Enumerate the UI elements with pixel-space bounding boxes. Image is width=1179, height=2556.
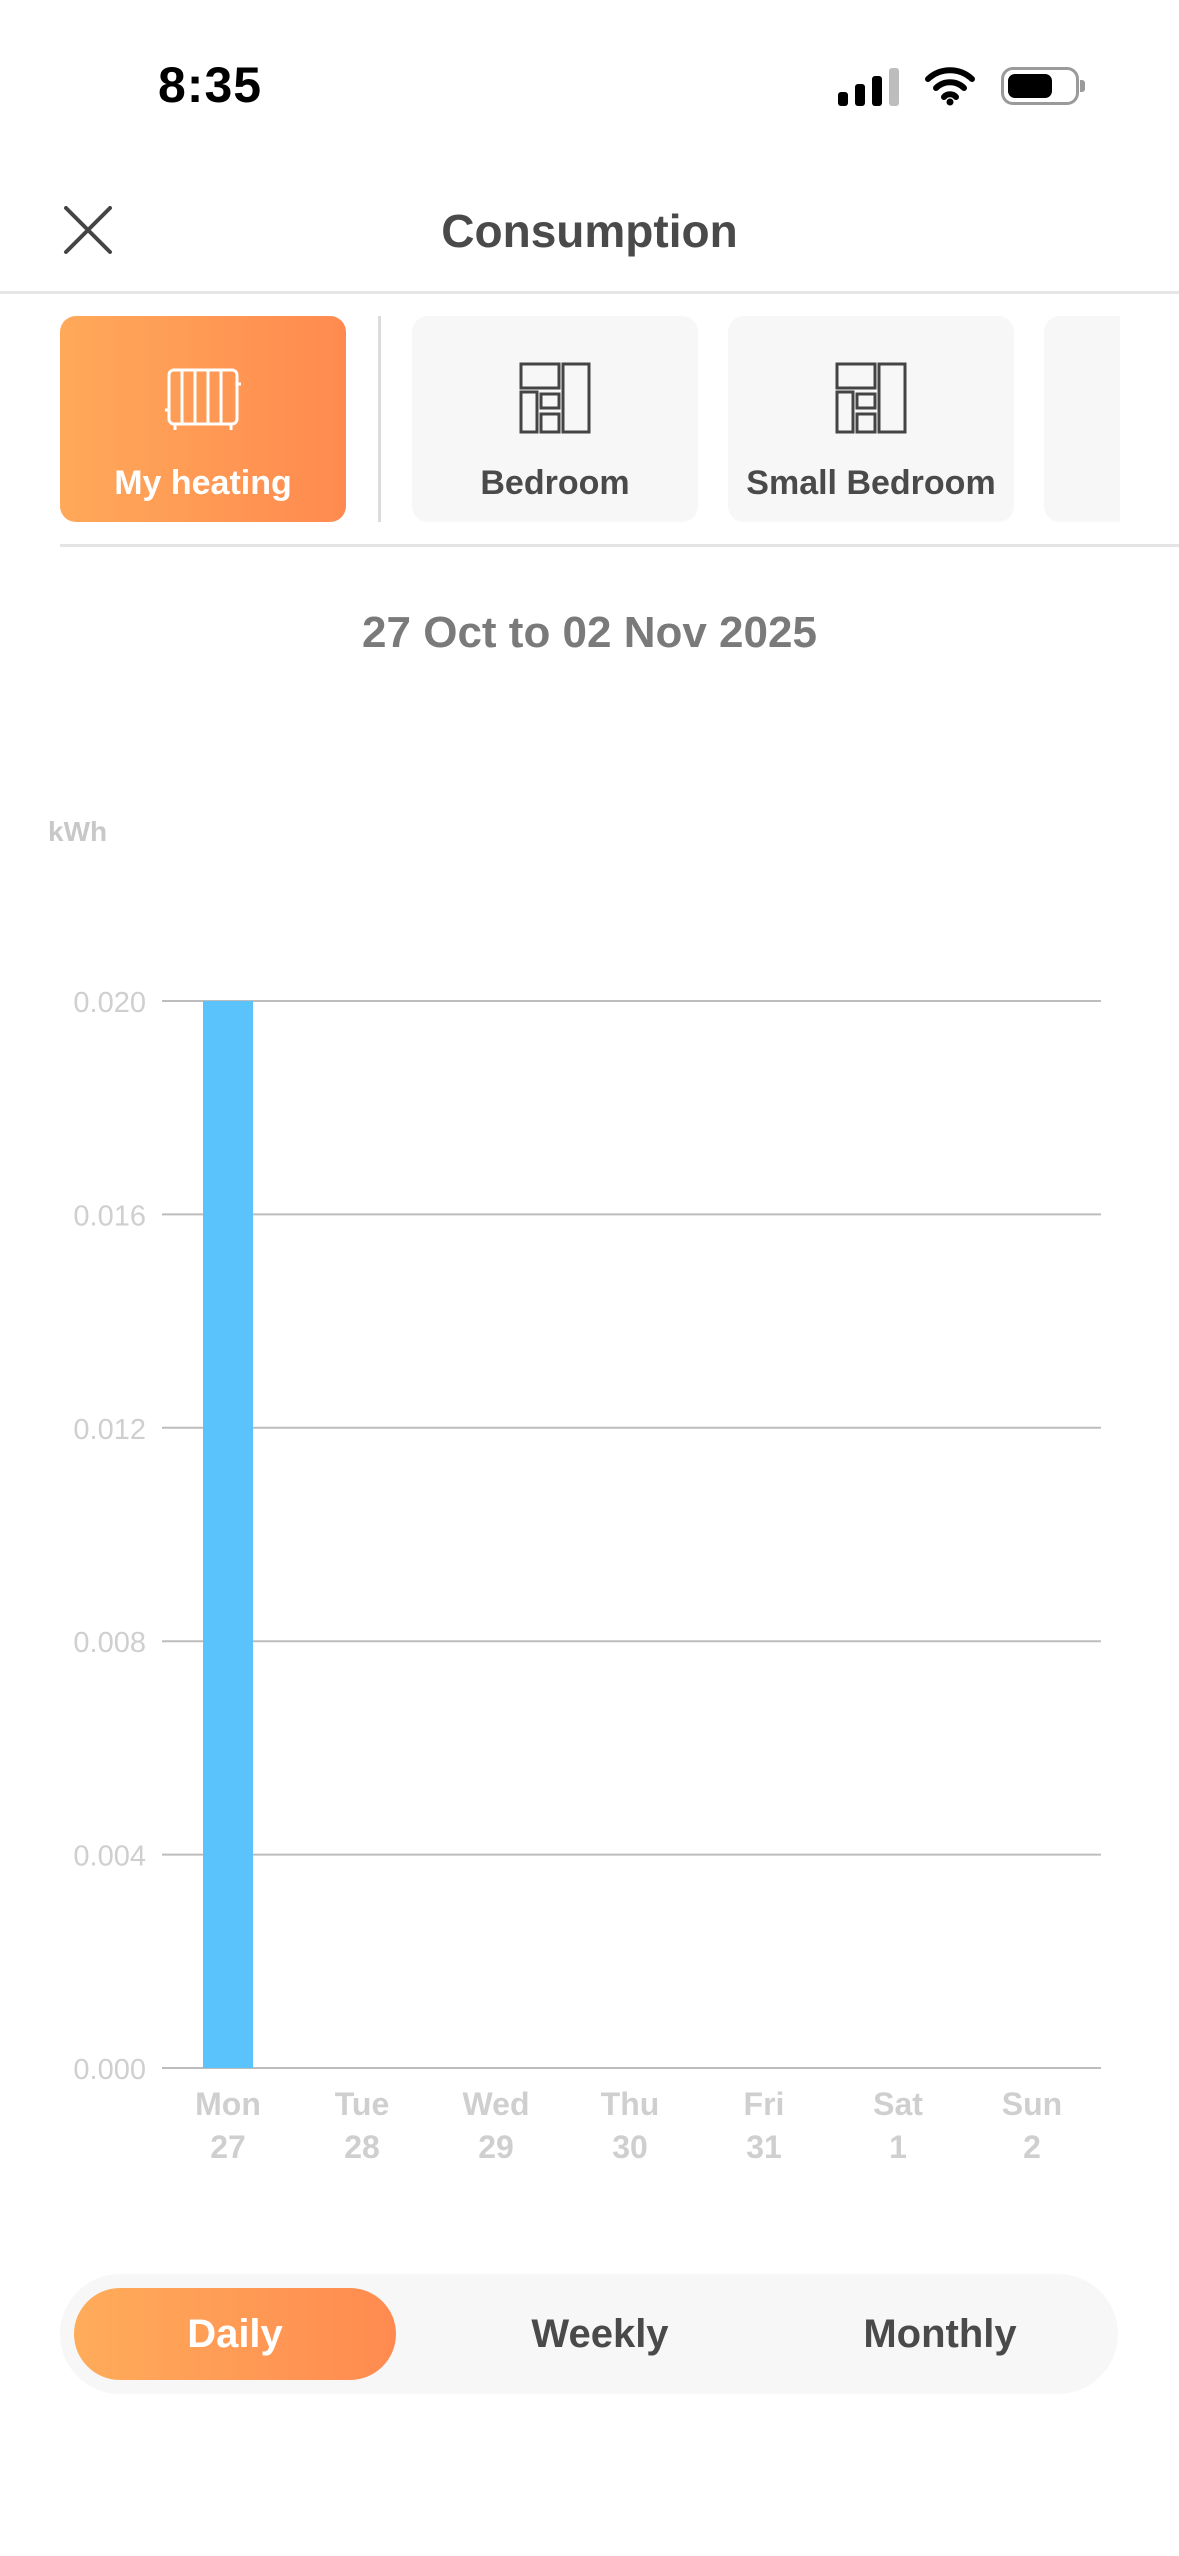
x-tick-date-label: 30 — [612, 2129, 648, 2165]
x-tick-date-label: 27 — [210, 2129, 246, 2165]
device-selector: My heating Bedroom Small Bedroom — [60, 316, 1120, 522]
x-tick-day-label: Sun — [1002, 2086, 1062, 2122]
radiator-icon — [165, 368, 241, 430]
y-tick-label: 0.008 — [73, 1627, 146, 1659]
device-card-more[interactable] — [1044, 316, 1120, 522]
y-tick-label: 0.000 — [73, 2054, 146, 2086]
period-toggle: Daily Weekly Monthly — [60, 2274, 1118, 2394]
cellular-signal-icon — [838, 66, 899, 106]
y-tick-label: 0.004 — [73, 1841, 146, 1873]
x-tick-day-label: Tue — [335, 2086, 390, 2122]
x-tick-day-label: Fri — [744, 2086, 785, 2122]
room-layout-icon — [835, 362, 907, 434]
x-tick-date-label: 28 — [344, 2129, 380, 2165]
status-bar: 8:35 — [0, 0, 1179, 150]
device-card-small-bedroom[interactable]: Small Bedroom — [728, 316, 1014, 522]
wifi-icon — [925, 67, 975, 106]
period-daily-button[interactable]: Daily — [74, 2288, 396, 2380]
y-tick-label: 0.012 — [73, 1414, 146, 1446]
x-tick-date-label: 31 — [746, 2129, 782, 2165]
x-tick-day-label: Sat — [873, 2086, 923, 2122]
period-weekly-button[interactable]: Weekly — [430, 2288, 770, 2380]
device-label: My heating — [114, 464, 292, 502]
device-card-bedroom[interactable]: Bedroom — [412, 316, 698, 522]
battery-icon — [1001, 67, 1085, 105]
y-tick-label: 0.020 — [73, 987, 146, 1019]
x-tick-date-label: 29 — [478, 2129, 514, 2165]
status-time: 8:35 — [158, 57, 263, 113]
device-card-my-heating[interactable]: My heating — [60, 316, 346, 522]
status-icons — [838, 66, 1085, 106]
x-tick-day-label: Thu — [601, 2086, 660, 2122]
x-tick-date-label: 1 — [889, 2129, 907, 2165]
room-layout-icon — [519, 362, 591, 434]
device-label: Bedroom — [480, 464, 630, 502]
bar — [203, 1001, 253, 2068]
x-tick-day-label: Mon — [195, 2086, 261, 2122]
x-tick-day-label: Wed — [463, 2086, 530, 2122]
header: Consumption — [0, 160, 1179, 294]
page-title: Consumption — [441, 205, 738, 257]
selector-underline — [60, 544, 1179, 547]
selector-divider — [378, 316, 381, 522]
date-range: 27 Oct to 02 Nov 2025 — [362, 608, 817, 657]
device-label: Small Bedroom — [746, 464, 996, 502]
consumption-bar-chart: 0.000 0.004 0.008 0.012 0.016 0.020 Mon 27 Tue 28… — [73, 987, 1101, 2165]
x-tick-date-label: 2 — [1023, 2129, 1041, 2165]
period-monthly-button[interactable]: Monthly — [780, 2288, 1100, 2380]
y-tick-label: 0.016 — [73, 1200, 146, 1232]
